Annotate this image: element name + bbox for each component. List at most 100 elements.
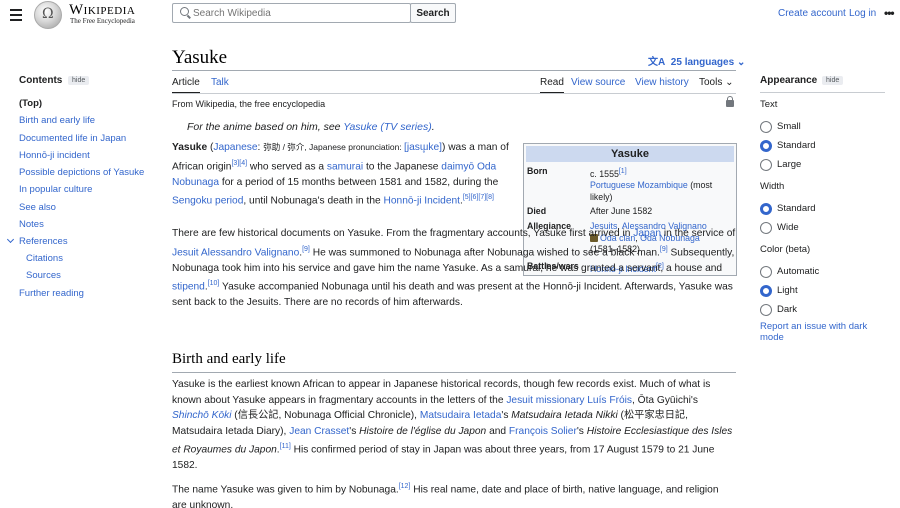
jesuit-valignano-link[interactable]: Jesuit Alessandro Valignano xyxy=(172,247,299,258)
citation-ref[interactable]: [10] xyxy=(208,280,220,287)
intro-text: for a period of 15 months between 1581 a… xyxy=(219,176,499,188)
toc-item-top[interactable]: (Top) xyxy=(19,98,42,109)
tab-tools[interactable]: Tools ⌄ xyxy=(699,77,734,88)
toc-item-documented-life[interactable]: Documented life in Japan xyxy=(19,133,126,144)
japan-link[interactable]: Japan xyxy=(633,228,661,239)
radio-label: Standard xyxy=(777,140,816,151)
section-heading: Birth and early life xyxy=(172,351,286,367)
toc-item-honnoji[interactable]: Honnō-ji incident xyxy=(19,150,90,161)
lock-icon[interactable] xyxy=(726,96,734,107)
section-text: The name Yasuke was given to him by Nobu… xyxy=(172,484,399,496)
tab-talk[interactable]: Talk xyxy=(211,77,229,88)
toc-item-sources[interactable]: Sources xyxy=(26,270,61,281)
pronunciation-label: , Japanese pronunciation: xyxy=(304,142,405,152)
radio-color-light[interactable] xyxy=(760,285,772,297)
section-text: 's xyxy=(349,425,360,437)
citation-ref[interactable]: [5][6][7][8] xyxy=(463,194,494,201)
stipend-link[interactable]: stipend xyxy=(172,282,205,293)
infobox-died-value: After June 1582 xyxy=(590,206,653,216)
appearance-divider xyxy=(760,92,885,93)
wikipedia-globe-logo[interactable] xyxy=(34,1,62,29)
tab-read[interactable]: Read xyxy=(540,77,564,94)
radio-color-automatic[interactable] xyxy=(760,266,772,278)
chevron-down-icon[interactable] xyxy=(6,235,15,244)
section-paragraph-1: Yasuke is the earliest known African to … xyxy=(172,379,733,472)
radio-text-small[interactable] xyxy=(760,121,772,133)
toc-item-further-reading[interactable]: Further reading xyxy=(19,288,84,299)
intro-paragraph-1: Yasuke (Japanese: 弥助 / 弥介, Japanese pron… xyxy=(172,142,509,207)
toc-hide-button[interactable]: hide xyxy=(68,76,90,85)
honnoji-link[interactable]: Honnō-ji Incident xyxy=(384,196,460,207)
radio-text-standard[interactable] xyxy=(760,140,772,152)
citation-ref[interactable]: [9] xyxy=(302,246,310,253)
intro-text: in the service of xyxy=(661,228,736,239)
languages-label: 25 languages xyxy=(670,57,735,68)
citation-ref[interactable]: [1] xyxy=(619,168,627,175)
histoire-eglise-title: Histoire de l'église du Japon xyxy=(359,425,487,437)
toc-item-birth[interactable]: Birth and early life xyxy=(19,115,95,126)
intro-text: who served as a xyxy=(247,160,327,172)
born-date: c. 1555 xyxy=(590,168,619,179)
ietada-nikki-title: Matsudaira Ietada Nikki xyxy=(511,410,618,422)
intro-text: , until Nobunaga's death in the xyxy=(243,195,384,207)
tab-view-source[interactable]: View source xyxy=(571,77,625,88)
language-selector[interactable]: 文A 25 languages ⌄ xyxy=(648,53,745,68)
log-in-link[interactable]: Log in xyxy=(849,8,876,19)
radio-label: Wide xyxy=(777,222,799,233)
report-dark-mode-issue-link[interactable]: Report an issue with dark mode xyxy=(760,321,880,343)
citation-ref[interactable]: [11] xyxy=(280,443,291,450)
matsudaira-ietada-link[interactable]: Matsudaira Ietada xyxy=(420,410,502,421)
pronunciation-link[interactable]: [jasɯ̥ke] xyxy=(404,142,442,153)
infobox-born-label: Born xyxy=(527,166,548,176)
intro-text: He was summoned to Nobunaga after Nobuna… xyxy=(309,246,660,258)
site-subtitle: From Wikipedia, the free encyclopedia xyxy=(172,99,326,109)
search-icon xyxy=(180,7,189,16)
radio-width-wide[interactable] xyxy=(760,222,772,234)
citation-ref[interactable]: [3][4] xyxy=(231,160,247,167)
search-button[interactable]: Search xyxy=(410,3,456,23)
samurai-link[interactable]: samurai xyxy=(327,161,363,172)
crasset-link[interactable]: Jean Crasset xyxy=(289,426,349,437)
search-input[interactable] xyxy=(193,3,403,23)
chevron-down-icon: ⌄ xyxy=(736,57,746,68)
kanji-name: 弥助 / 弥介 xyxy=(263,142,305,152)
appearance-hide-button[interactable]: hide xyxy=(822,76,844,85)
citation-ref[interactable]: [9] xyxy=(660,246,668,253)
section-paragraph-2: The name Yasuke was given to him by Nobu… xyxy=(172,479,734,508)
create-account-link[interactable]: Create account xyxy=(778,8,846,19)
section-text: 's xyxy=(501,410,512,422)
shincho-koki-link[interactable]: Shinchō Kōki xyxy=(172,410,231,421)
citation-ref[interactable]: [12] xyxy=(399,483,411,490)
chevron-down-icon: ⌄ xyxy=(725,77,734,88)
main-menu-icon[interactable] xyxy=(10,9,22,24)
frois-link[interactable]: Jesuit missionary Luís Fróis xyxy=(506,395,632,406)
section-text: , Ōta Gyūichi's xyxy=(632,394,698,406)
toc-item-depictions[interactable]: Possible depictions of Yasuke xyxy=(19,167,144,178)
sengoku-link[interactable]: Sengoku period xyxy=(172,196,243,207)
mozambique-link[interactable]: Portuguese Mozambique xyxy=(590,180,688,190)
infobox-title: Yasuke xyxy=(526,146,734,162)
radio-label: Dark xyxy=(777,304,798,315)
radio-color-dark[interactable] xyxy=(760,304,772,316)
section-text: (信長公記, Nobunaga Official Chronicle), xyxy=(231,410,420,422)
toc-item-popular-culture[interactable]: In popular culture xyxy=(19,184,92,195)
radio-label: Automatic xyxy=(777,266,820,277)
page-title: Yasuke xyxy=(172,47,228,68)
tab-article[interactable]: Article xyxy=(172,77,200,94)
toc-item-notes[interactable]: Notes xyxy=(19,219,44,230)
tab-view-history[interactable]: View history xyxy=(635,77,689,88)
hatnote-link[interactable]: Yasuke (TV series) xyxy=(343,121,432,133)
more-options-icon[interactable]: ••• xyxy=(884,6,895,20)
toc-item-see-also[interactable]: See also xyxy=(19,202,56,213)
toc-item-references[interactable]: References xyxy=(19,236,68,247)
section-divider xyxy=(172,372,736,373)
japanese-language-link[interactable]: Japanese xyxy=(213,142,257,153)
solier-link[interactable]: François Solier xyxy=(509,426,577,437)
width-label: Width xyxy=(760,181,785,192)
radio-label: Small xyxy=(777,121,801,132)
radio-width-standard[interactable] xyxy=(760,203,772,215)
title-divider xyxy=(172,70,736,71)
toc-item-citations[interactable]: Citations xyxy=(26,253,63,264)
radio-label: Large xyxy=(777,159,802,170)
radio-text-large[interactable] xyxy=(760,159,772,171)
